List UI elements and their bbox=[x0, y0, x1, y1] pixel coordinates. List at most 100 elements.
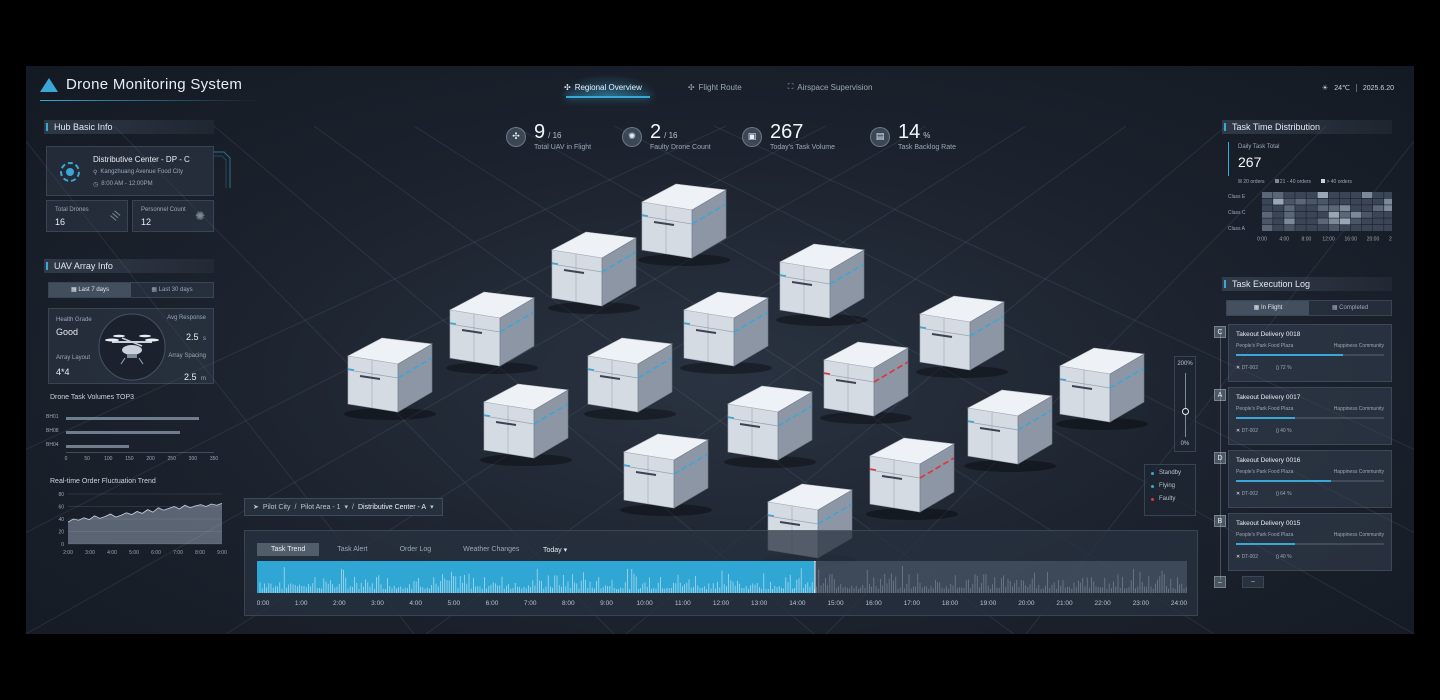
stat-label: Total UAV in Flight bbox=[534, 144, 592, 151]
tab-in-flight[interactable]: ▦ In Flight bbox=[1227, 301, 1309, 315]
drone-hub-box[interactable] bbox=[344, 337, 436, 420]
trend-chart: 0 20 40 60 80 2:00 3:00 4:00 5:00 6:00 7:00 8:00 9:0… bbox=[58, 492, 227, 556]
heatmap-cell bbox=[1317, 218, 1328, 225]
timeline-hour-label: 24:00 bbox=[1171, 600, 1187, 607]
location-breadcrumb[interactable]: ➤ Pilot City / Pilot Area - 1 ▾ / Distri… bbox=[244, 498, 443, 516]
tab-flight-route[interactable]: ✣ Flight Route bbox=[682, 80, 748, 94]
tab-completed[interactable]: ▦ Completed bbox=[1309, 301, 1391, 315]
log-card[interactable]: Takeout Delivery 0017 People's Park Food … bbox=[1228, 387, 1392, 445]
drone-icon: ✣ bbox=[506, 126, 526, 147]
log-collapse-button[interactable]: – bbox=[1214, 576, 1226, 588]
heatmap-cell bbox=[1273, 225, 1284, 231]
log-status-letter[interactable]: C bbox=[1214, 326, 1226, 338]
drone-hub-box[interactable] bbox=[916, 295, 1008, 378]
avg-response: 2.5 s bbox=[186, 327, 206, 345]
drone-hub-box[interactable] bbox=[638, 183, 730, 266]
drone-hub-box[interactable] bbox=[548, 231, 640, 314]
uav-array-title: UAV Array Info bbox=[44, 259, 214, 273]
log-status-letter[interactable]: A bbox=[1214, 389, 1226, 401]
drone-hub-box[interactable] bbox=[866, 437, 958, 520]
log-card[interactable]: Takeout Delivery 0015 People's Park Food … bbox=[1228, 513, 1392, 571]
breadcrumb-area[interactable]: Pilot Area - 1 bbox=[300, 504, 340, 511]
trend-x-tick: 9:00 bbox=[217, 550, 227, 556]
heatmap-cell bbox=[1361, 225, 1373, 231]
tab-regional-overview[interactable]: ✣ Regional Overview bbox=[558, 80, 648, 94]
top3-row: BH08 bbox=[46, 428, 226, 436]
hub-name: Distributive Center - DP - C bbox=[93, 155, 190, 164]
heatmap-cell bbox=[1306, 198, 1317, 205]
avg-response-unit: s bbox=[203, 336, 206, 342]
heatmap-cell bbox=[1328, 211, 1340, 218]
heatmap-cell bbox=[1317, 198, 1328, 205]
exec-log-title: Task Execution Log bbox=[1222, 277, 1392, 291]
heatmap-cell bbox=[1262, 211, 1273, 218]
stat-value: 267 bbox=[770, 121, 804, 143]
ladder-icon: ☰ bbox=[107, 209, 122, 224]
timeline-panel: Task Trend Task Alert Order Log Weather … bbox=[244, 530, 1198, 616]
heatmap-cell bbox=[1273, 198, 1284, 205]
log-status-letter[interactable]: D bbox=[1214, 452, 1226, 464]
log-card[interactable]: Takeout Delivery 0018 People's Park Food … bbox=[1228, 324, 1392, 382]
zoom-slider[interactable]: 200% 0% bbox=[1174, 356, 1196, 452]
stat-value: 9 bbox=[534, 121, 546, 143]
app-window: Drone Monitoring System ✣ Regional Overv… bbox=[26, 66, 1414, 634]
drone-hub-box[interactable] bbox=[480, 383, 572, 466]
hub-info-title: Hub Basic Info bbox=[44, 120, 214, 134]
timeline-hour-label: 10:00 bbox=[637, 600, 654, 607]
log-route: People's Park Food Plaza Happiness Commun… bbox=[1236, 469, 1384, 475]
range-dropdown[interactable]: Today ▾ bbox=[543, 546, 567, 554]
drone-hub-box[interactable] bbox=[584, 337, 676, 420]
log-drone-id: DT-002 bbox=[1241, 554, 1258, 560]
zoom-handle[interactable] bbox=[1182, 408, 1189, 416]
top-header: Drone Monitoring System ✣ Regional Overv… bbox=[26, 66, 1414, 106]
heatmap-cell bbox=[1384, 205, 1392, 212]
breadcrumb-center[interactable]: Distributive Center - A bbox=[358, 504, 426, 511]
heatmap-cell bbox=[1350, 192, 1362, 198]
drone-hub-box[interactable] bbox=[820, 341, 912, 424]
drone-hub-box[interactable] bbox=[680, 291, 772, 374]
stat-text: 9/ 16 Total UAV in Flight bbox=[534, 122, 591, 151]
log-progress bbox=[1236, 543, 1384, 545]
range-last-7-days[interactable]: ▦ Last 7 days bbox=[49, 283, 131, 297]
drone-hub-box[interactable] bbox=[620, 433, 712, 516]
top3-label: BH08 bbox=[46, 428, 59, 434]
log-route: People's Park Food Plaza Happiness Commun… bbox=[1236, 406, 1384, 412]
heatmap-cell bbox=[1350, 225, 1362, 231]
top3-bar bbox=[66, 431, 181, 434]
timeline-hour-label: 17:00 bbox=[904, 600, 921, 607]
heatmap-cell bbox=[1339, 225, 1351, 231]
stat-label: Task Backlog Rate bbox=[898, 144, 956, 151]
heatmap-cell bbox=[1328, 192, 1340, 198]
heatmap-cell bbox=[1306, 218, 1317, 225]
heatmap-cell bbox=[1384, 192, 1392, 198]
tab-task-trend[interactable]: Task Trend bbox=[257, 543, 320, 556]
tab-order-log[interactable]: Order Log bbox=[386, 543, 446, 556]
heatmap-cell bbox=[1350, 211, 1362, 218]
hub-address-row: ⚲ Kangzhuang Avenue Food City bbox=[93, 169, 183, 176]
log-route: People's Park Food Plaza Happiness Commun… bbox=[1236, 532, 1384, 538]
drone-hub-box[interactable] bbox=[1056, 347, 1148, 430]
drone-hub-box[interactable] bbox=[446, 291, 538, 374]
drone-hub-box[interactable] bbox=[724, 385, 816, 468]
avg-response-label: Avg Response bbox=[167, 315, 206, 321]
log-card[interactable]: Takeout Delivery 0016 People's Park Food … bbox=[1228, 450, 1392, 508]
log-more-button[interactable]: – bbox=[1242, 576, 1264, 588]
heatmap-x-tick: 24:00 bbox=[1389, 237, 1392, 243]
breadcrumb-city[interactable]: Pilot City bbox=[263, 504, 291, 511]
log-status-letter[interactable]: B bbox=[1214, 515, 1226, 527]
tab-task-alert[interactable]: Task Alert bbox=[323, 543, 381, 556]
heatmap-cell bbox=[1373, 198, 1384, 205]
tab-weather-changes[interactable]: Weather Changes bbox=[449, 543, 533, 556]
trend-x-tick: 8:00 bbox=[195, 550, 205, 556]
heatmap-cell bbox=[1306, 192, 1317, 198]
trend-y-tick: 80 bbox=[58, 492, 64, 498]
heatmap-cell bbox=[1339, 211, 1351, 218]
drone-hub-box[interactable] bbox=[964, 389, 1056, 472]
spacing-unit: m bbox=[201, 376, 206, 382]
range-last-30-days[interactable]: ▦ Last 30 days bbox=[131, 283, 213, 297]
hub-card[interactable]: Distributive Center - DP - C ⚲ Kangzhuan… bbox=[46, 146, 214, 196]
top3-tick: 200 bbox=[146, 456, 155, 462]
timeline-chart[interactable]: 0:00 1:00 2:00 3:00 4:00 5:00 6:00 7:00 8:00 9:00… bbox=[257, 561, 1187, 613]
drone-hub-box[interactable] bbox=[776, 243, 868, 326]
tab-airspace-supervision[interactable]: ⛶ Airspace Supervision bbox=[782, 80, 879, 94]
